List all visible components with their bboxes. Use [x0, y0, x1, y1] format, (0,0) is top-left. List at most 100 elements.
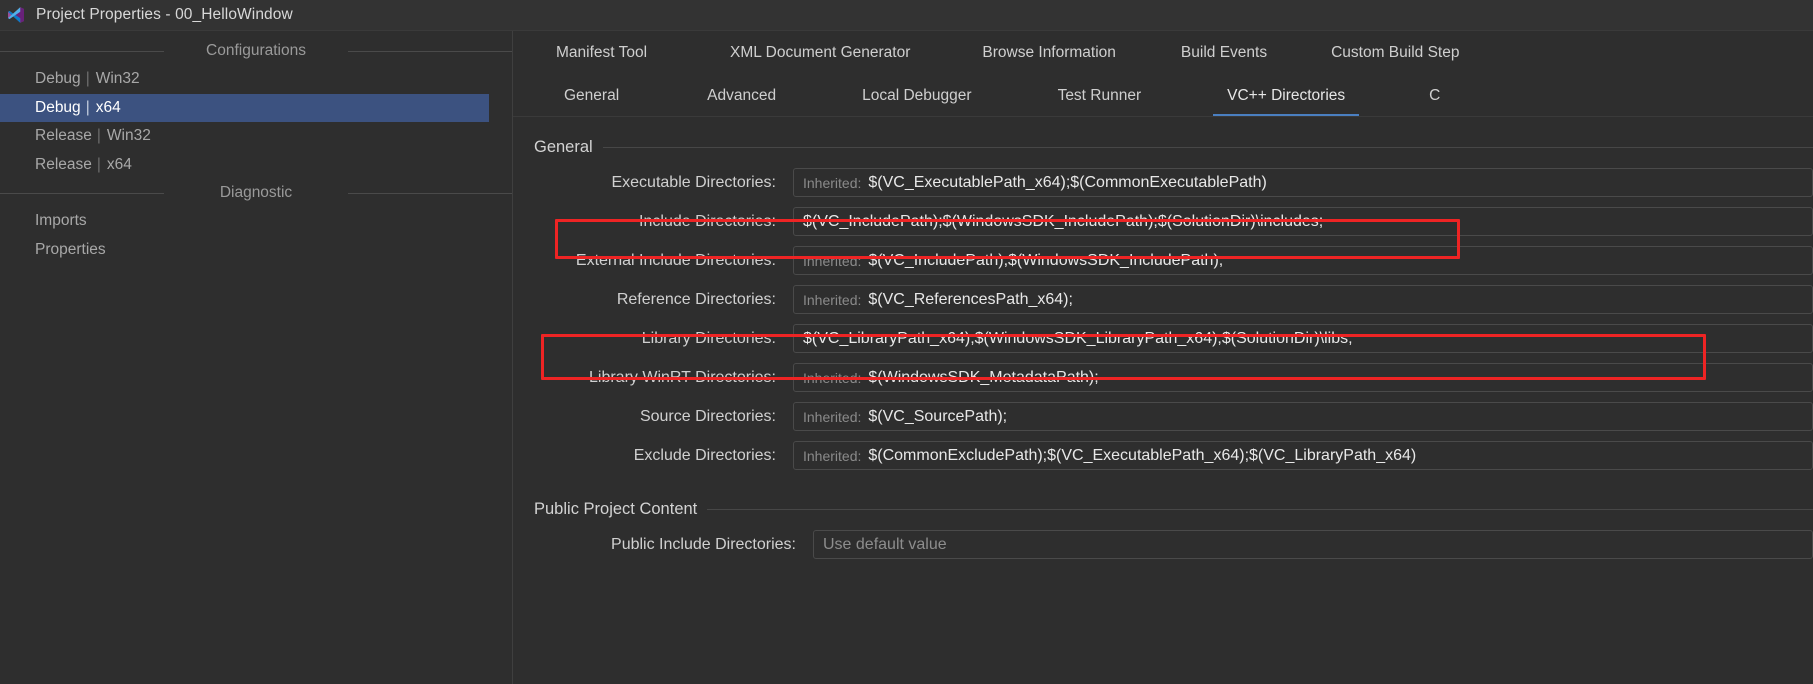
inherited-prefix: Inherited: [803, 291, 862, 308]
config-name: Release [35, 155, 92, 173]
config-name: Properties [35, 240, 106, 258]
config-name: Release [35, 127, 92, 145]
field-value: $(VC_ReferencesPath_x64); [868, 290, 1073, 308]
section-title: Public Project Content [534, 499, 708, 519]
config-separator: | [96, 155, 101, 173]
source-directories-input[interactable]: Inherited: $(VC_SourcePath); [793, 402, 1813, 431]
config-separator: | [85, 98, 90, 116]
field-value: $(VC_IncludePath);$(WindowsSDK_IncludePa… [803, 212, 1324, 230]
row-source-directories: Source Directories: Inherited: $(VC_Sour… [513, 397, 1813, 436]
field-label: Library Directories: [641, 329, 776, 347]
include-directories-input[interactable]: $(VC_IncludePath);$(WindowsSDK_IncludePa… [793, 207, 1813, 236]
sidebar-group-label: Configurations [198, 42, 314, 60]
external-include-directories-input[interactable]: Inherited: $(VC_IncludePath);$(WindowsSD… [793, 246, 1813, 275]
visual-studio-icon [7, 6, 25, 24]
sidebar-group-label: Diagnostic [211, 184, 301, 202]
tab-label: Advanced [707, 87, 777, 104]
field-value: $(VC_LibraryPath_x64);$(WindowsSDK_Libra… [803, 329, 1353, 347]
tab-label: VC++ Directories [1227, 87, 1346, 104]
row-executable-directories: Executable Directories: Inherited: $(VC_… [513, 163, 1813, 202]
tab-vcpp-directories[interactable]: VC++ Directories [1213, 75, 1360, 117]
platform-name: Win32 [106, 127, 151, 145]
sidebar-group-header-configurations: Configurations [0, 37, 512, 65]
tab-label: C [1429, 87, 1441, 104]
inherited-prefix: Inherited: [803, 252, 862, 269]
field-value: $(CommonExcludePath);$(VC_ExecutablePath… [868, 446, 1417, 464]
tab-general[interactable]: General [554, 75, 629, 117]
library-winrt-directories-input[interactable]: Inherited: $(WindowsSDK_MetadataPath); [793, 363, 1813, 392]
field-label: External Include Directories: [575, 251, 776, 269]
field-label: Reference Directories: [616, 290, 776, 308]
general-rows: Executable Directories: Inherited: $(VC_… [513, 163, 1813, 475]
field-placeholder: Use default value [823, 535, 947, 553]
project-properties-window: Project Properties - 00_HelloWindow Conf… [0, 0, 1813, 684]
section-rule [534, 509, 1813, 510]
sidebar-item-imports[interactable]: Imports [0, 207, 512, 236]
sidebar-item-release-x64[interactable]: Release | x64 [0, 151, 512, 180]
header-rule-left [0, 193, 164, 194]
tab-label: Custom Build Step [1331, 44, 1460, 61]
sidebar-group-header-diagnostic: Diagnostic [0, 179, 512, 207]
executable-directories-input[interactable]: Inherited: $(VC_ExecutablePath_x64);$(Co… [793, 168, 1813, 197]
config-separator: | [85, 70, 90, 88]
tab-label: Browse Information [982, 44, 1116, 61]
field-label: Executable Directories: [611, 173, 776, 191]
header-rule-left [0, 51, 164, 52]
config-separator: | [96, 127, 101, 145]
inherited-prefix: Inherited: [803, 447, 862, 464]
row-library-directories: Library Directories: $(VC_LibraryPath_x6… [513, 319, 1813, 358]
inherited-prefix: Inherited: [803, 408, 862, 425]
field-label: Exclude Directories: [633, 446, 776, 464]
config-name: Debug [35, 98, 81, 116]
tab-label: XML Document Generator [730, 44, 911, 61]
properties-panel: Manifest Tool XML Document Generator Bro… [513, 31, 1813, 684]
field-label: Public Include Directories: [611, 535, 796, 553]
inherited-prefix: Inherited: [803, 174, 862, 191]
field-label: Include Directories: [639, 212, 776, 230]
library-directories-input[interactable]: $(VC_LibraryPath_x64);$(WindowsSDK_Libra… [793, 324, 1813, 353]
public-project-content-rows: Public Include Directories: Use default … [513, 525, 1813, 564]
configurations-sidebar: Configurations Debug | Win32 Debug | x64… [0, 31, 513, 684]
header-rule-right [348, 51, 512, 52]
row-public-include-directories: Public Include Directories: Use default … [513, 525, 1813, 564]
sidebar-item-debug-win32[interactable]: Debug | Win32 [0, 65, 512, 94]
tab-test-runner[interactable]: Test Runner [1048, 75, 1152, 117]
row-external-include-directories: External Include Directories: Inherited:… [513, 241, 1813, 280]
section-header-public-project-content: Public Project Content [513, 493, 1813, 525]
tab-custom-build-step[interactable]: Custom Build Step [1321, 31, 1469, 75]
tab-browse-information[interactable]: Browse Information [972, 31, 1126, 75]
tab-xml-document-generator[interactable]: XML Document Generator [720, 31, 920, 75]
window-body: Configurations Debug | Win32 Debug | x64… [0, 31, 1813, 684]
tab-manifest-tool[interactable]: Manifest Tool [546, 31, 657, 75]
platform-name: Win32 [95, 70, 140, 88]
public-include-directories-input[interactable]: Use default value [813, 530, 1813, 559]
tab-advanced[interactable]: Advanced [697, 75, 786, 117]
platform-name: x64 [95, 98, 121, 116]
row-include-directories: Include Directories: $(VC_IncludePath);$… [513, 202, 1813, 241]
field-label: Source Directories: [639, 407, 776, 425]
section-header-general: General [513, 131, 1813, 163]
tab-label: Build Events [1180, 44, 1268, 61]
section-rule [534, 147, 1813, 148]
section-title: General [534, 137, 603, 157]
tab-row-upper: Manifest Tool XML Document Generator Bro… [513, 31, 1813, 75]
row-library-winrt-directories: Library WinRT Directories: Inherited: $(… [513, 358, 1813, 397]
tab-label: Test Runner [1057, 87, 1142, 104]
config-name: Imports [35, 212, 87, 230]
field-value: $(VC_ExecutablePath_x64);$(CommonExecuta… [868, 173, 1267, 191]
field-value: $(VC_SourcePath); [868, 407, 1008, 425]
config-name: Debug [35, 70, 81, 88]
tab-c-truncated[interactable]: C [1419, 75, 1450, 117]
header-rule-right [348, 193, 512, 194]
field-value: $(WindowsSDK_MetadataPath); [868, 368, 1099, 386]
properties-content: General Executable Directories: Inherite… [513, 117, 1813, 684]
sidebar-item-debug-x64[interactable]: Debug | x64 [0, 93, 489, 122]
tab-row-lower: General Advanced Local Debugger Test Run… [513, 75, 1813, 117]
sidebar-item-properties[interactable]: Properties [0, 236, 512, 265]
tab-build-events[interactable]: Build Events [1171, 31, 1277, 75]
tab-local-debugger[interactable]: Local Debugger [852, 75, 981, 117]
sidebar-item-release-win32[interactable]: Release | Win32 [0, 122, 512, 151]
exclude-directories-input[interactable]: Inherited: $(CommonExcludePath);$(VC_Exe… [793, 441, 1813, 470]
reference-directories-input[interactable]: Inherited: $(VC_ReferencesPath_x64); [793, 285, 1813, 314]
